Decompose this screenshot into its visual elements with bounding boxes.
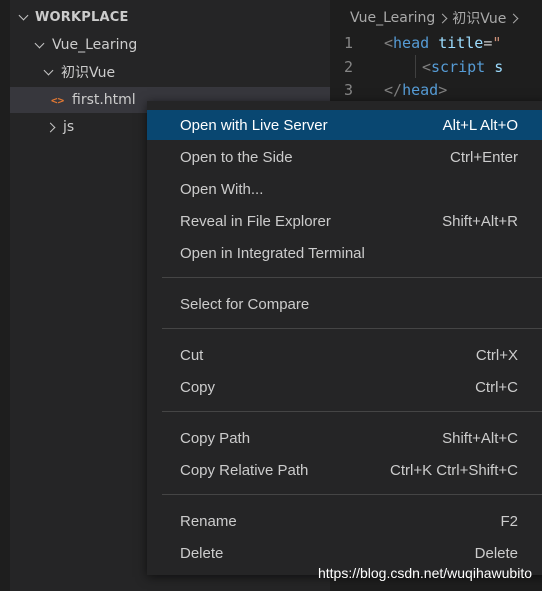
code-token: </ [384, 80, 403, 99]
menu-item-label: Open to the Side [180, 148, 293, 166]
tree-item-vue-learing[interactable]: Vue_Learing [10, 32, 330, 58]
section-title: WORKPLACE [35, 9, 129, 25]
menu-item-select-for-compare[interactable]: Select for Compare [147, 289, 542, 319]
menu-item-shortcut: Ctrl+K Ctrl+Shift+C [390, 461, 518, 479]
chevron-down-icon [41, 65, 55, 75]
menu-item-label: Cut [180, 346, 204, 364]
line-number: 1 [343, 33, 353, 52]
menu-item-shortcut: Shift+Alt+R [442, 212, 518, 230]
code-token: s [494, 57, 504, 76]
tree-item-label: js [63, 119, 75, 135]
menu-item-label: Delete [180, 544, 224, 562]
code-token: title [438, 33, 484, 52]
context-menu: Open with Live Server Alt+L Alt+O Open t… [147, 101, 542, 575]
code-token: < [422, 57, 432, 76]
breadcrumb: Vue_Learing 初识Vue [350, 8, 523, 28]
menu-separator [162, 494, 542, 495]
menu-item-open-live-server[interactable]: Open with Live Server Alt+L Alt+O [147, 110, 542, 140]
workplace-section-header[interactable]: WORKPLACE [10, 6, 330, 28]
menu-item-copy-path[interactable]: Copy Path Shift+Alt+C [147, 423, 542, 453]
menu-item-label: Open with Live Server [180, 116, 328, 134]
menu-item-label: Copy Relative Path [180, 461, 309, 479]
menu-separator [162, 328, 542, 329]
code-token: < [384, 33, 394, 52]
chevron-down-icon [16, 10, 30, 20]
menu-item-label: Copy Path [180, 429, 251, 447]
code-token: = [483, 33, 493, 52]
chevron-right-icon [437, 13, 448, 23]
code-token: head [393, 33, 430, 52]
menu-item-label: Reveal in File Explorer [180, 212, 331, 230]
code-token: head [402, 80, 439, 99]
code-line[interactable]: 1 < head title = " [330, 31, 542, 54]
tree-item-chushi-vue[interactable]: 初识Vue [10, 59, 330, 85]
watermark-text: https://blog.csdn.net/wuqihawubito [317, 565, 532, 581]
menu-item-shortcut: Delete [474, 544, 518, 562]
menu-item-shortcut: Ctrl+C [475, 378, 518, 396]
chevron-right-icon [43, 122, 57, 132]
menu-item-open-to-side[interactable]: Open to the Side Ctrl+Enter [147, 142, 542, 172]
tree-item-label: 初识Vue [61, 65, 116, 81]
menu-item-copy-relative-path[interactable]: Copy Relative Path Ctrl+K Ctrl+Shift+C [147, 455, 542, 485]
tree-item-label: first.html [72, 92, 136, 108]
breadcrumb-item[interactable]: Vue_Learing [350, 10, 435, 26]
code-token: " [492, 33, 502, 52]
breadcrumb-item[interactable]: 初识Vue [452, 8, 506, 28]
menu-item-reveal-in-explorer[interactable]: Reveal in File Explorer Shift+Alt+R [147, 206, 542, 236]
menu-separator [162, 277, 542, 278]
menu-item-shortcut: Ctrl+Enter [450, 148, 518, 166]
menu-item-label: Rename [180, 512, 237, 530]
chevron-right-icon [508, 13, 519, 23]
menu-item-open-with[interactable]: Open With... [147, 174, 542, 204]
code-token: > [438, 80, 448, 99]
menu-item-shortcut: Ctrl+X [475, 346, 518, 364]
menu-item-shortcut: F2 [500, 512, 518, 530]
chevron-down-icon [32, 38, 46, 48]
menu-item-label: Copy [180, 378, 216, 396]
tree-item-label: Vue_Learing [52, 37, 138, 53]
menu-item-shortcut: Alt+L Alt+O [442, 116, 518, 134]
line-number: 3 [343, 80, 353, 99]
menu-item-copy[interactable]: Copy Ctrl+C [147, 372, 542, 402]
menu-item-rename[interactable]: Rename F2 [147, 506, 542, 536]
menu-item-open-in-terminal[interactable]: Open in Integrated Terminal [147, 238, 542, 268]
code-token: script [431, 57, 486, 76]
menu-item-delete[interactable]: Delete Delete [147, 538, 542, 568]
menu-item-cut[interactable]: Cut Ctrl+X [147, 340, 542, 370]
menu-item-shortcut: Shift+Alt+C [442, 429, 518, 447]
line-number: 2 [343, 57, 353, 76]
menu-separator [162, 411, 542, 412]
menu-item-label: Open With... [180, 180, 264, 198]
html-file-icon: <> [51, 93, 65, 107]
menu-item-label: Select for Compare [180, 295, 310, 313]
menu-item-label: Open in Integrated Terminal [180, 244, 365, 262]
code-line[interactable]: 2 < script s [330, 55, 542, 78]
code-line[interactable]: 3 </head > [330, 78, 542, 101]
